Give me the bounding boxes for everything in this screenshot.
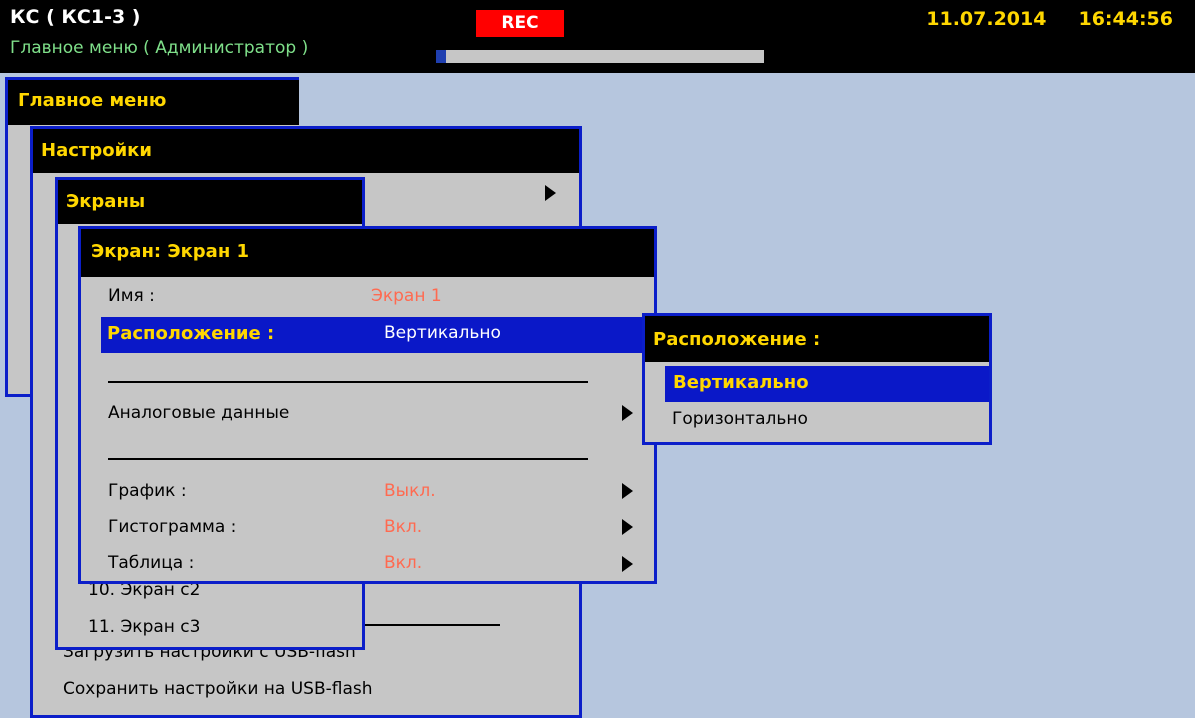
settings-menu-title: Настройки xyxy=(33,129,579,173)
table-label[interactable]: Таблица : xyxy=(108,553,194,573)
datetime: 11.07.2014 16:44:56 xyxy=(894,8,1173,30)
screen-editor-panel: Экран: Экран 1 Имя : Экран 1 Расположени… xyxy=(78,226,657,584)
device-title: КС ( КС1-3 ) xyxy=(10,6,141,28)
name-label: Имя : xyxy=(108,286,155,306)
submenu-arrow-icon xyxy=(545,185,556,201)
layout-row[interactable]: Расположение : Вертикально xyxy=(101,317,657,353)
submenu-arrow-icon xyxy=(622,405,633,421)
analog-data-item[interactable]: Аналоговые данные xyxy=(108,403,289,423)
main-menu-title: Главное меню xyxy=(8,80,299,125)
date-text: 11.07.2014 xyxy=(926,8,1047,30)
submenu-arrow-icon xyxy=(622,519,633,535)
submenu-arrow-icon xyxy=(622,483,633,499)
histogram-label[interactable]: Гистограмма : xyxy=(108,517,236,537)
separator xyxy=(108,381,588,383)
time-text: 16:44:56 xyxy=(1078,8,1173,30)
graph-label[interactable]: График : xyxy=(108,481,187,501)
menu-path: Главное меню ( Администратор ) xyxy=(10,38,309,58)
layout-popup-title: Расположение : xyxy=(645,316,989,362)
submenu-arrow-icon xyxy=(622,556,633,572)
layout-label: Расположение : xyxy=(107,323,275,344)
option-vertical-label: Вертикально xyxy=(673,372,809,393)
layout-popup: Расположение : Вертикально Горизонтально xyxy=(642,313,992,445)
separator xyxy=(365,624,500,626)
rec-indicator: REC xyxy=(476,10,564,37)
separator xyxy=(108,458,588,460)
histogram-value[interactable]: Вкл. xyxy=(384,517,422,537)
layout-value: Вертикально xyxy=(384,323,501,343)
name-value[interactable]: Экран 1 xyxy=(371,286,442,306)
status-bar: КС ( КС1-3 ) Главное меню ( Администрато… xyxy=(0,0,1195,73)
save-settings-usb-item[interactable]: Сохранить настройки на USB-flash xyxy=(63,679,373,699)
option-vertical[interactable]: Вертикально xyxy=(665,366,989,402)
progress-fill xyxy=(436,50,446,63)
screens-menu-title: Экраны xyxy=(58,180,362,224)
progress-bar xyxy=(436,50,764,63)
table-value[interactable]: Вкл. xyxy=(384,553,422,573)
graph-value[interactable]: Выкл. xyxy=(384,481,436,501)
screen-editor-title: Экран: Экран 1 xyxy=(81,229,654,277)
list-item[interactable]: 11. Экран с3 xyxy=(88,617,200,637)
option-horizontal[interactable]: Горизонтально xyxy=(672,409,808,429)
